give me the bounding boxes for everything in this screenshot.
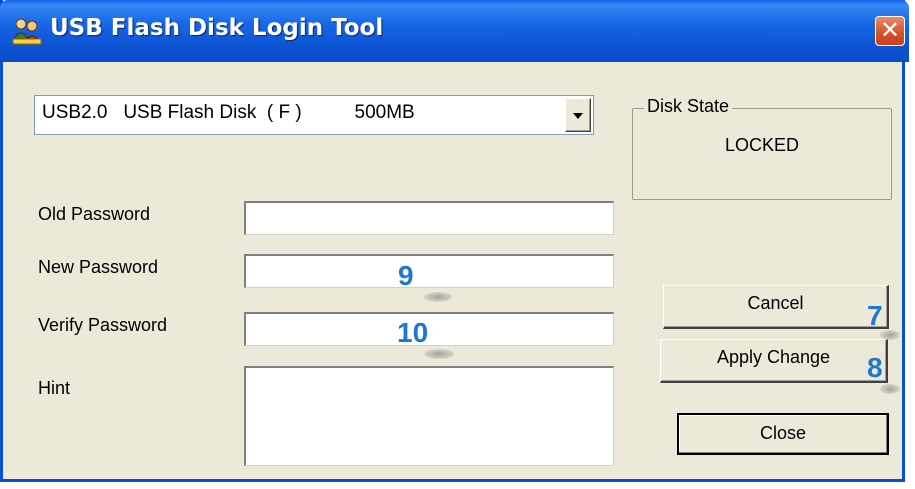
close-window-button[interactable]: ✕ bbox=[875, 16, 905, 46]
dropdown-button[interactable] bbox=[565, 98, 591, 132]
old-password-field[interactable] bbox=[244, 201, 614, 235]
usb-users-icon bbox=[12, 17, 42, 45]
hint-label: Hint bbox=[38, 378, 71, 398]
title-bar[interactable]: USB Flash Disk Login Tool ✕ bbox=[0, 0, 909, 62]
annotation-shadow bbox=[424, 292, 452, 302]
device-select-value: USB2.0 USB Flash Disk ( F ) 500MB bbox=[42, 102, 415, 123]
new-password-label: New Password bbox=[38, 257, 159, 277]
annotation-shadow bbox=[880, 384, 900, 394]
new-password-field[interactable] bbox=[244, 254, 614, 288]
hint-field[interactable] bbox=[244, 366, 614, 466]
device-select[interactable]: USB2.0 USB Flash Disk ( F ) 500MB bbox=[34, 95, 594, 135]
verify-password-label: Verify Password bbox=[38, 315, 168, 335]
apply-change-button-label: Apply Change bbox=[716, 347, 831, 367]
chevron-down-icon bbox=[573, 113, 583, 119]
cancel-button-label: Cancel bbox=[747, 293, 804, 313]
annotation-shadow bbox=[424, 349, 454, 359]
close-icon: ✕ bbox=[879, 16, 901, 44]
window-title: USB Flash Disk Login Tool bbox=[50, 15, 384, 41]
verify-password-field[interactable] bbox=[244, 312, 614, 346]
annotation-10: 10 bbox=[397, 317, 429, 348]
apply-change-button[interactable]: Apply Change bbox=[660, 339, 888, 383]
annotation-9: 9 bbox=[398, 260, 414, 291]
annotation-7: 7 bbox=[867, 300, 883, 331]
old-password-label: Old Password bbox=[38, 204, 151, 224]
close-button-label: Close bbox=[759, 423, 807, 443]
disk-state-value: LOCKED bbox=[724, 135, 800, 155]
close-button[interactable]: Close bbox=[677, 413, 889, 455]
disk-state-legend: Disk State bbox=[644, 96, 733, 117]
annotation-8: 8 bbox=[867, 352, 883, 383]
cancel-button[interactable]: Cancel bbox=[663, 285, 889, 329]
